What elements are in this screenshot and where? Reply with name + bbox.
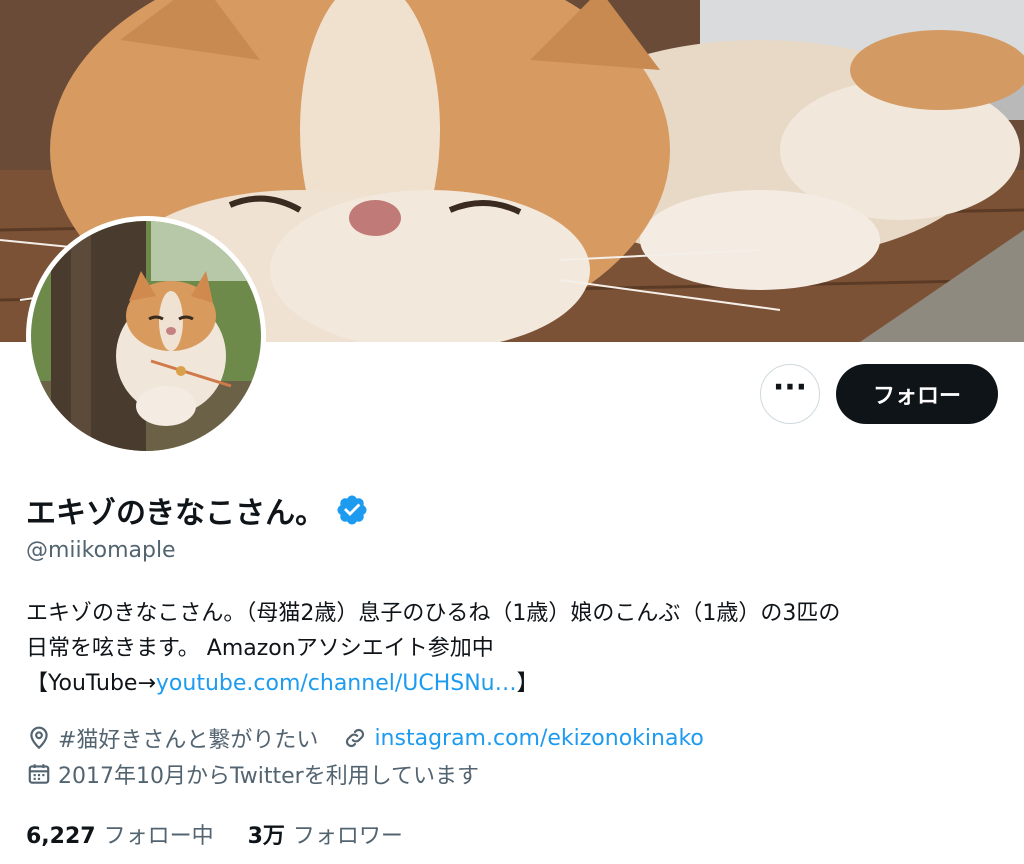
profile-bio: エキゾのきなこさん。（母猫2歳）息子のひるね（1歳）娘のこんぶ（1歳）の3匹の … bbox=[26, 596, 1006, 701]
user-handle: @miikomaple bbox=[26, 538, 176, 563]
display-name-row: エキゾのきなこさん。 bbox=[26, 488, 369, 532]
link-icon bbox=[346, 728, 365, 748]
verified-badge-icon[interactable] bbox=[335, 493, 369, 527]
calendar-icon bbox=[28, 764, 50, 784]
profile-avatar[interactable] bbox=[26, 216, 266, 456]
following-count: 6,227 bbox=[26, 824, 96, 849]
profile-meta-row-1: #猫好きさんと繋がりたい instagram.com/ekizonokinako bbox=[26, 722, 728, 754]
location-pin-icon bbox=[30, 726, 48, 750]
location-item: #猫好きさんと繋がりたい bbox=[26, 722, 318, 754]
youtube-link[interactable]: youtube.com/channel/UCHSNu… bbox=[156, 671, 517, 696]
followers-label: フォロワー bbox=[292, 824, 403, 849]
followers-stat[interactable]: 3万 フォロワー bbox=[248, 818, 403, 850]
bio-line-2: 日常を呟きます。 Amazonアソシエイト参加中 bbox=[26, 636, 494, 661]
location-text: #猫好きさんと繋がりたい bbox=[58, 728, 319, 753]
bio-line-3-suffix: 】 bbox=[516, 671, 539, 696]
more-icon: ··· bbox=[772, 370, 808, 405]
follow-button[interactable]: フォロー bbox=[836, 364, 998, 424]
display-name: エキゾのきなこさん。 bbox=[26, 496, 326, 531]
following-label: フォロー中 bbox=[103, 824, 214, 849]
joined-item: 2017年10月からTwitterを利用しています bbox=[26, 758, 479, 790]
more-options-button[interactable]: ··· bbox=[760, 364, 820, 424]
followers-count: 3万 bbox=[247, 824, 285, 849]
profile-meta-row-2: 2017年10月からTwitterを利用しています bbox=[26, 758, 503, 790]
bio-line-1: エキゾのきなこさん。（母猫2歳）息子のひるね（1歳）娘のこんぶ（1歳）の3匹の bbox=[26, 601, 841, 626]
website-link[interactable]: instagram.com/ekizonokinako bbox=[374, 726, 703, 751]
website-item: instagram.com/ekizonokinako bbox=[342, 725, 704, 751]
follow-stats: 6,227 フォロー中 3万 フォロワー bbox=[26, 818, 403, 850]
avatar-cat-photo bbox=[31, 221, 261, 451]
bio-line-3-prefix: 【YouTube→ bbox=[26, 671, 156, 696]
joined-text: 2017年10月からTwitterを利用しています bbox=[58, 764, 480, 789]
bio-line-3: 【YouTube→youtube.com/channel/UCHSNu…】 bbox=[26, 666, 1006, 701]
following-stat[interactable]: 6,227 フォロー中 bbox=[26, 818, 214, 850]
